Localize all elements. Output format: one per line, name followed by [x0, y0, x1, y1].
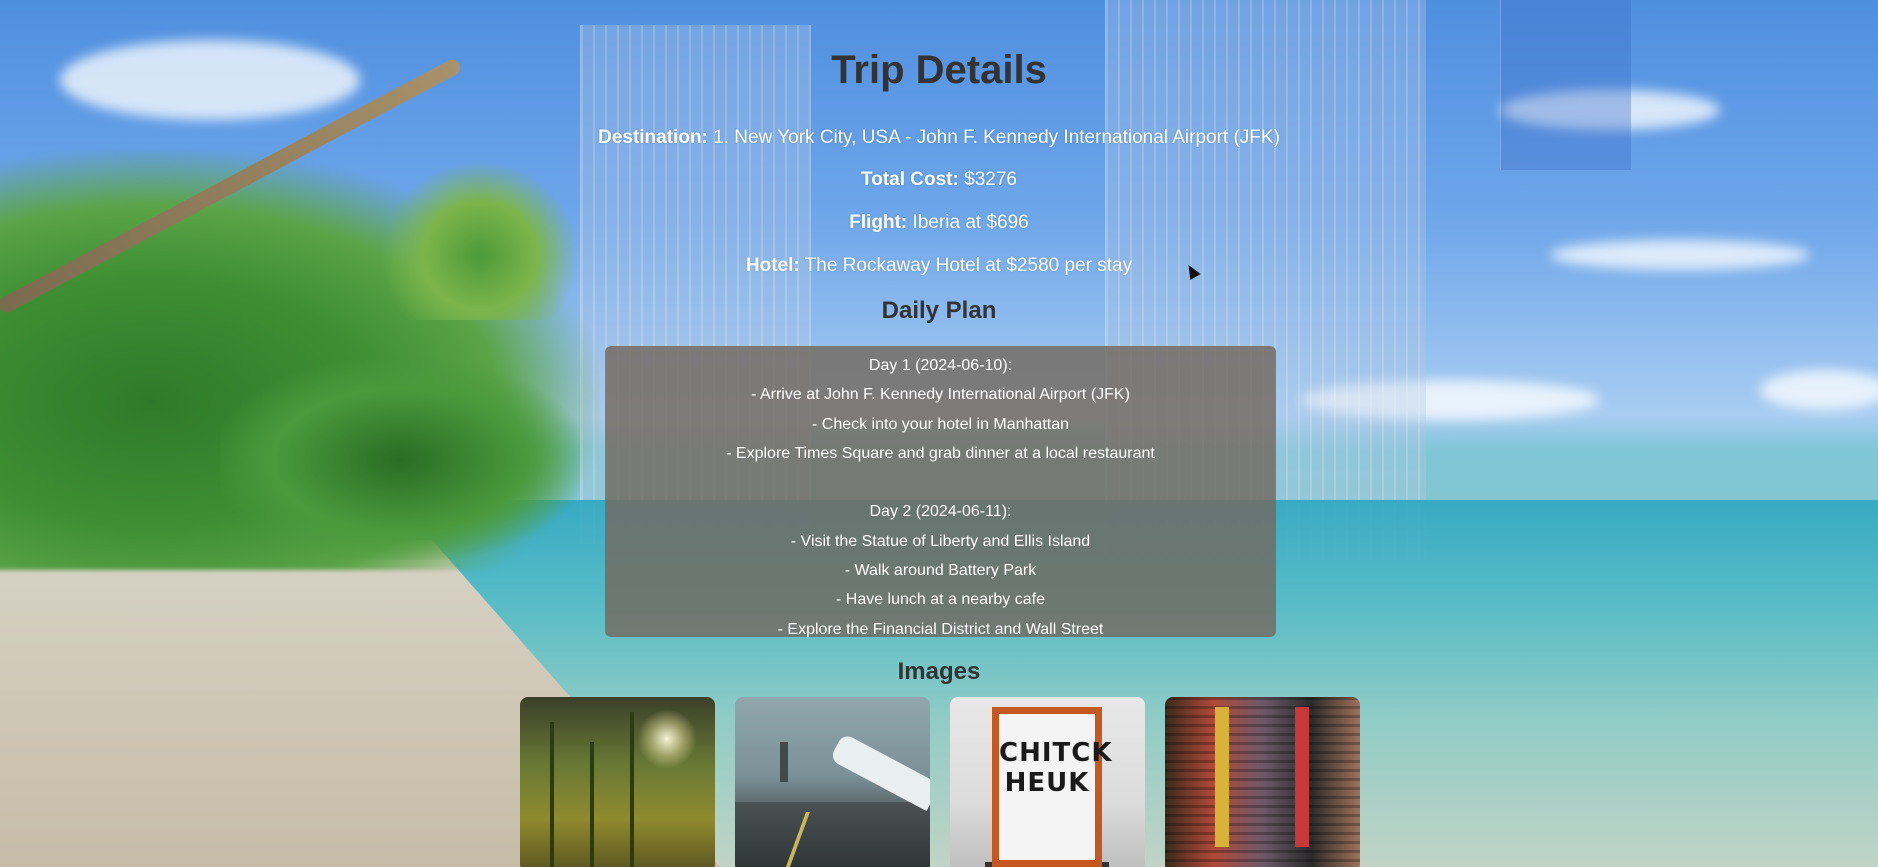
plan-line: - Arrive at John F. Kennedy Internationa… [751, 386, 1130, 404]
plan-line: - Visit the Statue of Liberty and Ellis … [790, 532, 1091, 550]
daily-plan-box[interactable]: Day 1 (2024-06-10): - Arrive at John F. … [605, 346, 1276, 637]
plan-line: Day 2 (2024-06-11): [869, 503, 1012, 521]
trip-details-content: Trip Details Destination: 1. New York Ci… [0, 0, 1878, 867]
picture-frame: CHITCK HEUK [992, 707, 1113, 867]
plan-line: - Explore Times Square and grab dinner a… [726, 444, 1155, 462]
destination-row: Destination: 1. New York City, USA - Joh… [0, 127, 1878, 149]
total-cost-value: $3276 [958, 169, 1017, 190]
airport-runway-image[interactable] [735, 697, 930, 867]
total-cost-row: Total Cost: $3276 [0, 169, 1878, 191]
city-street-image[interactable] [1165, 697, 1360, 867]
destination-label: Destination: [598, 127, 708, 148]
plan-line: - Explore the Financial District and Wal… [777, 620, 1104, 637]
plan-line: - Walk around Battery Park [844, 562, 1037, 580]
frame-sign-text: CHITCK HEUK [999, 738, 1113, 798]
flight-value: Iberia at $696 [907, 212, 1029, 233]
plan-line: - Check into your hotel in Manhattan [811, 415, 1070, 433]
plan-line: Day 1 (2024-06-10): [868, 357, 1013, 374]
page-title: Trip Details [831, 48, 1047, 92]
flight-label: Flight: [849, 212, 908, 233]
total-cost-label: Total Cost: [861, 169, 959, 190]
destination-value: 1. New York City, USA - John F. Kennedy … [707, 127, 1280, 148]
hotel-row: Hotel: The Rockaway Hotel at $2580 per s… [0, 255, 1878, 277]
framed-sign-image[interactable]: CHITCK HEUK [950, 697, 1145, 867]
image-gallery: CHITCK HEUK [520, 697, 1360, 867]
plants-sunlight-image[interactable] [520, 697, 715, 867]
hotel-value: The Rockaway Hotel at $2580 per stay [799, 255, 1133, 276]
trip-details-page: Trip Details Destination: 1. New York Ci… [0, 0, 1878, 867]
daily-plan-heading: Daily Plan [881, 297, 997, 324]
plan-line [605, 468, 1276, 497]
images-heading: Images [897, 658, 981, 685]
flight-row: Flight: Iberia at $696 [0, 212, 1878, 234]
plan-line: - Have lunch at a nearby cafe [835, 591, 1045, 609]
hotel-label: Hotel: [745, 255, 800, 276]
